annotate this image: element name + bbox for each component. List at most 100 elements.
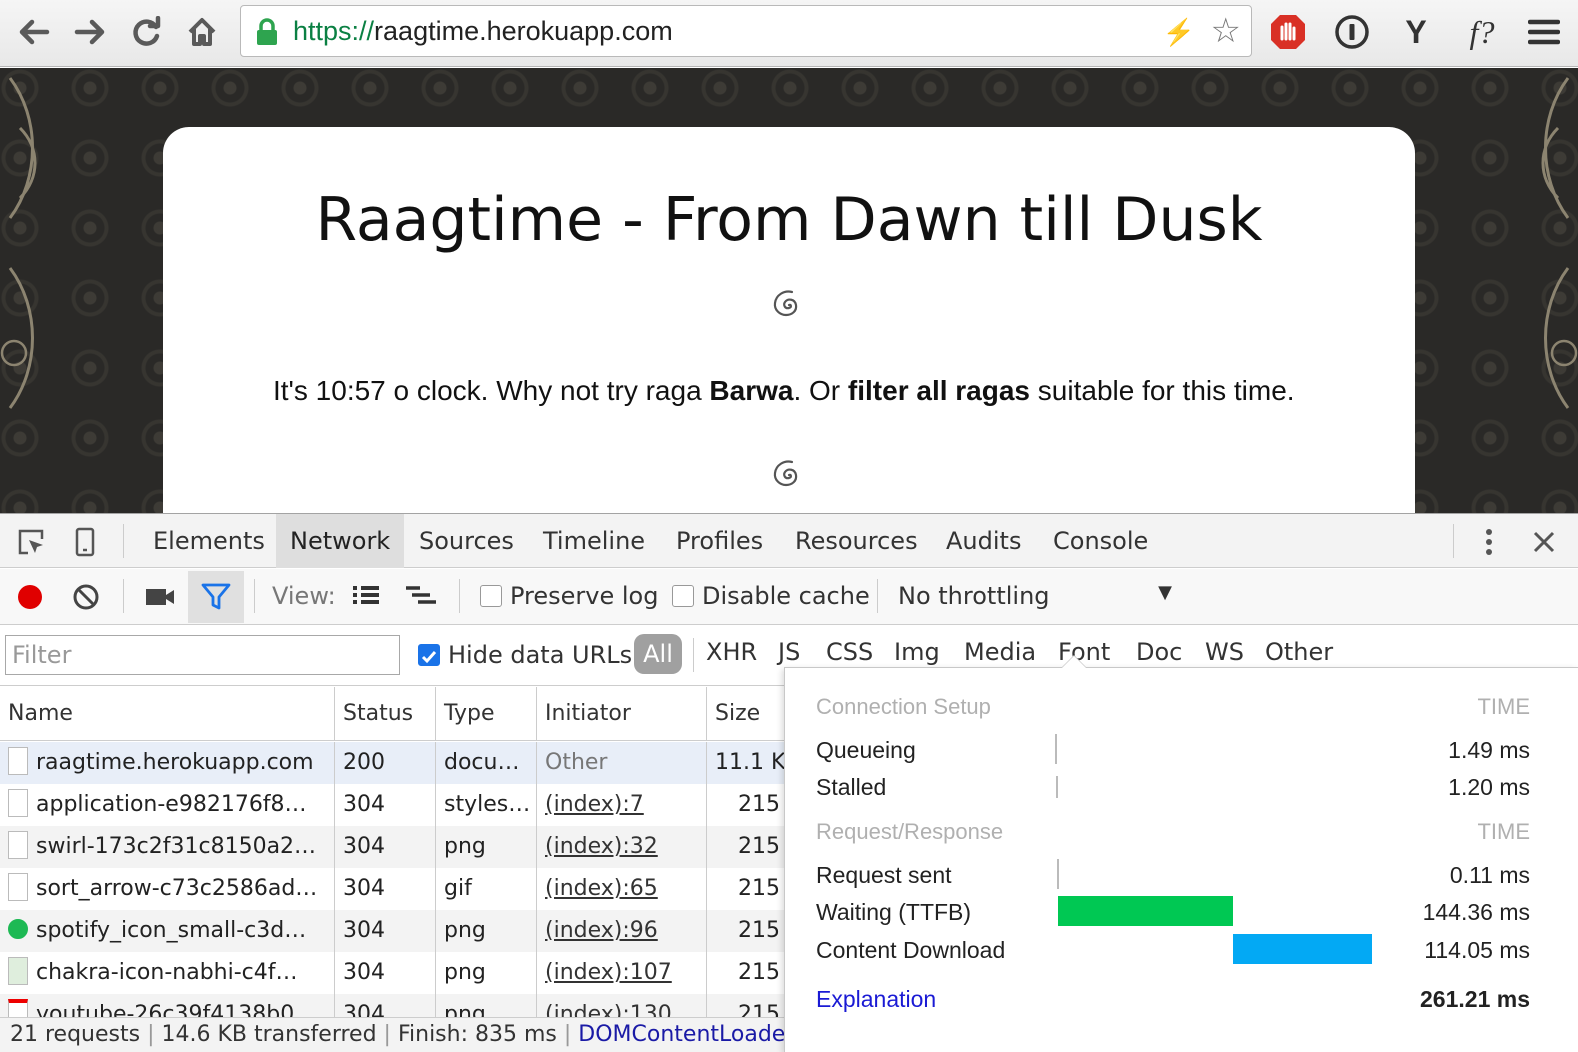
table-row[interactable]: sort_arrow-c73c2586ad… 304 gif (index):6…: [0, 868, 784, 910]
record-icon[interactable]: [14, 581, 46, 613]
more-options-icon[interactable]: [1474, 524, 1504, 560]
table-row[interactable]: youtube-26c39f4138b0… 304 png (index):13…: [0, 994, 784, 1017]
stalled-value: 1.20 ms: [1448, 774, 1530, 800]
throttling-select[interactable]: No throttling ▼: [898, 582, 1172, 610]
table-row[interactable]: application-e982176f8… 304 styles… (inde…: [0, 784, 784, 826]
initiator-link[interactable]: (index):107: [537, 952, 707, 994]
filter-type-img[interactable]: Img: [894, 638, 940, 666]
stylesheet-file-icon: [8, 789, 28, 817]
finish-time: Finish: 835 ms: [397, 1022, 557, 1047]
devtools-tabbar: Elements Network Sources Timeline Profil…: [0, 514, 1578, 568]
info-icon[interactable]: [1332, 12, 1372, 52]
queueing-bar: [1055, 734, 1057, 764]
column-header-type[interactable]: Type: [436, 687, 537, 741]
adblock-icon[interactable]: [1268, 12, 1308, 52]
initiator-link[interactable]: (index):96: [537, 910, 707, 952]
swirl-divider-icon: [773, 290, 798, 317]
preserve-log-checkbox[interactable]: [480, 585, 502, 607]
left-ornament: [0, 77, 37, 409]
total-time: 261.21 ms: [1420, 986, 1530, 1012]
inspect-element-icon[interactable]: [14, 526, 48, 558]
tab-console[interactable]: Console: [1039, 514, 1162, 568]
requests-table: Name Status Type Initiator Size raagtime…: [0, 687, 784, 1017]
filter-funnel-icon[interactable]: [188, 571, 244, 623]
web-page: Raagtime - From Dawn till Dusk It's 10:5…: [0, 68, 1578, 513]
address-bar[interactable]: https://raagtime.herokuapp.com ⚡ ☆: [240, 5, 1252, 57]
filter-type-css[interactable]: CSS: [826, 638, 873, 666]
ttfb-bar: [1058, 896, 1233, 926]
explanation-link[interactable]: Explanation: [816, 986, 936, 1013]
menu-icon[interactable]: [1524, 12, 1564, 52]
view-label: View:: [272, 582, 336, 610]
filter-type-ws[interactable]: WS: [1205, 638, 1244, 666]
tab-audits[interactable]: Audits: [932, 514, 1035, 568]
screenshot-camera-icon[interactable]: [142, 581, 178, 613]
url-text: https://raagtime.herokuapp.com: [293, 16, 673, 46]
filter-type-js[interactable]: JS: [778, 638, 800, 666]
content-download-label: Content Download: [816, 937, 1006, 963]
content-download-bar: [1233, 934, 1372, 964]
y-icon[interactable]: Y: [1396, 12, 1436, 52]
filter-type-doc[interactable]: Doc: [1136, 638, 1182, 666]
column-header-size[interactable]: Size: [707, 687, 784, 741]
document-file-icon: [8, 747, 28, 775]
content-download-value: 114.05 ms: [1424, 937, 1530, 963]
queueing-value: 1.49 ms: [1448, 737, 1530, 763]
section-connection-setup: Connection Setup: [816, 694, 991, 719]
reload-icon[interactable]: [128, 14, 164, 50]
disable-cache-checkbox[interactable]: [672, 585, 694, 607]
initiator-link[interactable]: (index):32: [537, 826, 707, 868]
table-row[interactable]: raagtime.herokuapp.com 200 docu… Other 1…: [0, 742, 784, 784]
initiator-link[interactable]: (index):130: [537, 994, 707, 1017]
popover-arrow: [1061, 655, 1087, 668]
tab-elements[interactable]: Elements: [139, 514, 279, 568]
forward-icon[interactable]: [72, 14, 108, 50]
close-icon[interactable]: [1528, 526, 1560, 558]
filter-input[interactable]: [5, 635, 400, 675]
lightning-icon[interactable]: ⚡: [1163, 17, 1195, 48]
column-header-name[interactable]: Name: [0, 687, 335, 741]
filter-type-xhr[interactable]: XHR: [706, 638, 757, 666]
dropdown-arrow-icon: ▼: [1158, 582, 1172, 603]
lock-icon: [255, 17, 279, 54]
table-row[interactable]: swirl-173c2f31c8150a2… 304 png (index):3…: [0, 826, 784, 868]
home-icon[interactable]: [184, 14, 220, 50]
filter-type-media[interactable]: Media: [964, 638, 1036, 666]
filter-type-other[interactable]: Other: [1265, 638, 1333, 666]
swirl-divider-icon: [773, 460, 798, 487]
initiator-link[interactable]: (index):7: [537, 784, 707, 826]
network-toolbar: View: Preserve log Disable cache No thro…: [0, 569, 1578, 625]
back-icon[interactable]: [16, 14, 52, 50]
table-row[interactable]: spotify_icon_small-c3d… 304 png (index):…: [0, 910, 784, 952]
raga-link[interactable]: Barwa: [709, 375, 793, 406]
time-header: TIME: [1477, 694, 1530, 719]
request-sent-bar: [1057, 859, 1059, 889]
column-header-initiator[interactable]: Initiator: [537, 687, 707, 741]
clear-icon[interactable]: [70, 581, 102, 613]
column-header-status[interactable]: Status: [335, 687, 436, 741]
tab-resources[interactable]: Resources: [781, 514, 932, 568]
device-mode-icon[interactable]: [70, 526, 100, 558]
initiator-link[interactable]: (index):65: [537, 868, 707, 910]
waterfall-overview-icon[interactable]: [402, 581, 440, 613]
filter-type-all[interactable]: All: [634, 634, 682, 674]
stalled-bar: [1056, 776, 1058, 798]
hide-data-urls-checkbox[interactable]: [418, 644, 440, 666]
intro-text: It's 10:57 o clock. Why not try raga Bar…: [273, 375, 1295, 406]
tab-timeline[interactable]: Timeline: [529, 514, 659, 568]
requests-count: 21 requests: [10, 1022, 141, 1047]
tab-network[interactable]: Network: [276, 514, 405, 568]
tab-sources[interactable]: Sources: [405, 514, 528, 568]
disable-cache-label: Disable cache: [702, 582, 870, 610]
domcontentloaded-time: DOMContentLoaded: [578, 1022, 784, 1047]
stalled-label: Stalled: [816, 774, 887, 800]
time-header: TIME: [1477, 819, 1530, 844]
table-row[interactable]: chakra-icon-nabhi-c4f… 304 png (index):1…: [0, 952, 784, 994]
f-question-icon[interactable]: f?: [1458, 12, 1506, 52]
gif-file-icon: [8, 873, 28, 901]
large-rows-list-icon[interactable]: [348, 581, 384, 613]
section-request-response: Request/Response: [816, 819, 1004, 844]
tab-profiles[interactable]: Profiles: [662, 514, 777, 568]
bookmark-star-icon[interactable]: ☆: [1211, 12, 1241, 50]
filter-ragas-link[interactable]: filter all ragas: [848, 375, 1030, 406]
